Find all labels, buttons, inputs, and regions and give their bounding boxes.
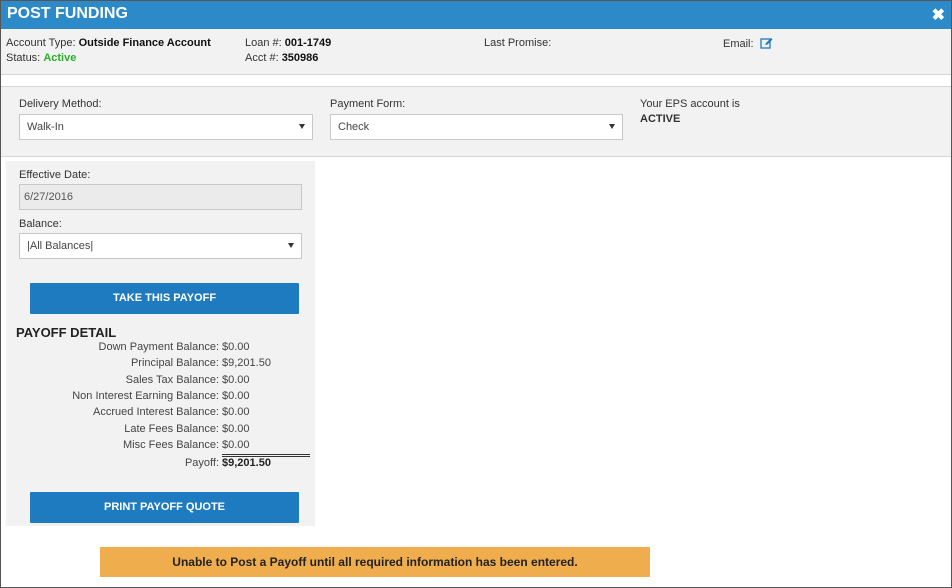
- row-value: $0.00: [222, 374, 250, 386]
- acct-value: 350986: [281, 52, 319, 64]
- loan-number: Loan #: 001-1749: [245, 37, 331, 49]
- account-status: Status: Active: [6, 52, 76, 64]
- delivery-method-value: Walk-In: [27, 121, 64, 133]
- warning-banner: Unable to Post a Payoff until all requir…: [100, 547, 650, 577]
- account-info-bar: Account Type: Outside Finance Account St…: [1, 29, 951, 75]
- email-label: Email:: [723, 38, 754, 50]
- loan-value: 001-1749: [284, 37, 332, 49]
- take-payoff-button[interactable]: TAKE THIS PAYOFF: [30, 283, 299, 314]
- acct-label: Acct #:: [245, 52, 279, 64]
- row-label: Non Interest Earning Balance:: [72, 390, 219, 402]
- row-value: $0.00: [222, 423, 250, 435]
- row-value: $0.00: [222, 341, 250, 353]
- eps-status: ACTIVE: [640, 113, 681, 125]
- row-value: $0.00: [222, 406, 250, 418]
- acct-number: Acct #: 350986: [245, 52, 318, 64]
- payment-form-select[interactable]: Check: [330, 114, 623, 140]
- detail-row: Down Payment Balance: $0.00: [6, 341, 306, 357]
- total-value: $9,201.50: [222, 457, 271, 469]
- delivery-method-label: Delivery Method:: [19, 98, 102, 110]
- row-label: Principal Balance:: [130, 357, 219, 369]
- row-label: Late Fees Balance:: [124, 423, 219, 435]
- detail-row: Principal Balance: $9,201.50: [6, 357, 306, 373]
- row-label: Sales Tax Balance:: [125, 374, 219, 386]
- post-funding-window: POST FUNDING ✖ Account Type: Outside Fin…: [0, 0, 952, 588]
- close-icon[interactable]: ✖: [932, 5, 945, 25]
- balance-label: Balance:: [19, 218, 62, 230]
- chevron-down-icon: [609, 124, 615, 129]
- balance-value: |All Balances|: [27, 240, 94, 252]
- loan-label: Loan #:: [245, 37, 282, 49]
- row-value: $0.00: [222, 390, 250, 402]
- detail-row: Late Fees Balance: $0.00: [6, 423, 306, 439]
- edit-icon[interactable]: [759, 37, 773, 52]
- email: Email:: [723, 37, 773, 52]
- payoff-detail-title: PAYOFF DETAIL: [16, 325, 117, 340]
- chevron-down-icon: [299, 124, 305, 129]
- payment-form-label: Payment Form:: [330, 98, 406, 110]
- detail-row: Non Interest Earning Balance: $0.00: [6, 390, 306, 406]
- total-label: Payoff:: [184, 457, 219, 469]
- row-label: Down Payment Balance:: [98, 341, 219, 353]
- effective-date-field[interactable]: 6/27/2016: [19, 184, 302, 210]
- effective-date-label: Effective Date:: [19, 169, 91, 181]
- delivery-method-select[interactable]: Walk-In: [19, 114, 313, 140]
- account-type-label: Account Type:: [6, 37, 76, 49]
- last-promise-label: Last Promise:: [484, 37, 552, 49]
- account-type-value: Outside Finance Account: [78, 37, 211, 49]
- row-label: Misc Fees Balance:: [123, 439, 219, 451]
- delivery-panel: Delivery Method: Walk-In Payment Form: C…: [1, 86, 951, 157]
- account-type: Account Type: Outside Finance Account: [6, 37, 211, 49]
- row-value: $0.00: [222, 439, 250, 451]
- balance-select[interactable]: |All Balances|: [19, 233, 302, 259]
- row-value: $9,201.50: [222, 357, 271, 369]
- payoff-panel: Effective Date: 6/27/2016 Balance: |All …: [6, 161, 315, 526]
- detail-row: Sales Tax Balance: $0.00: [6, 374, 306, 390]
- eps-account-text: Your EPS account is: [640, 98, 740, 110]
- title-bar: POST FUNDING ✖: [1, 1, 951, 29]
- window-title: POST FUNDING: [7, 5, 128, 22]
- status-label: Status:: [6, 52, 41, 64]
- payment-form-value: Check: [338, 121, 370, 133]
- detail-row: Accrued Interest Balance: $0.00: [6, 406, 306, 422]
- detail-row: Misc Fees Balance: $0.00: [6, 439, 306, 455]
- row-label: Accrued Interest Balance:: [93, 406, 219, 418]
- chevron-down-icon: [288, 243, 294, 248]
- payoff-total-row: Payoff: $9,201.50: [6, 457, 306, 473]
- status-value: Active: [43, 52, 77, 64]
- print-payoff-quote-button[interactable]: PRINT PAYOFF QUOTE: [30, 492, 299, 523]
